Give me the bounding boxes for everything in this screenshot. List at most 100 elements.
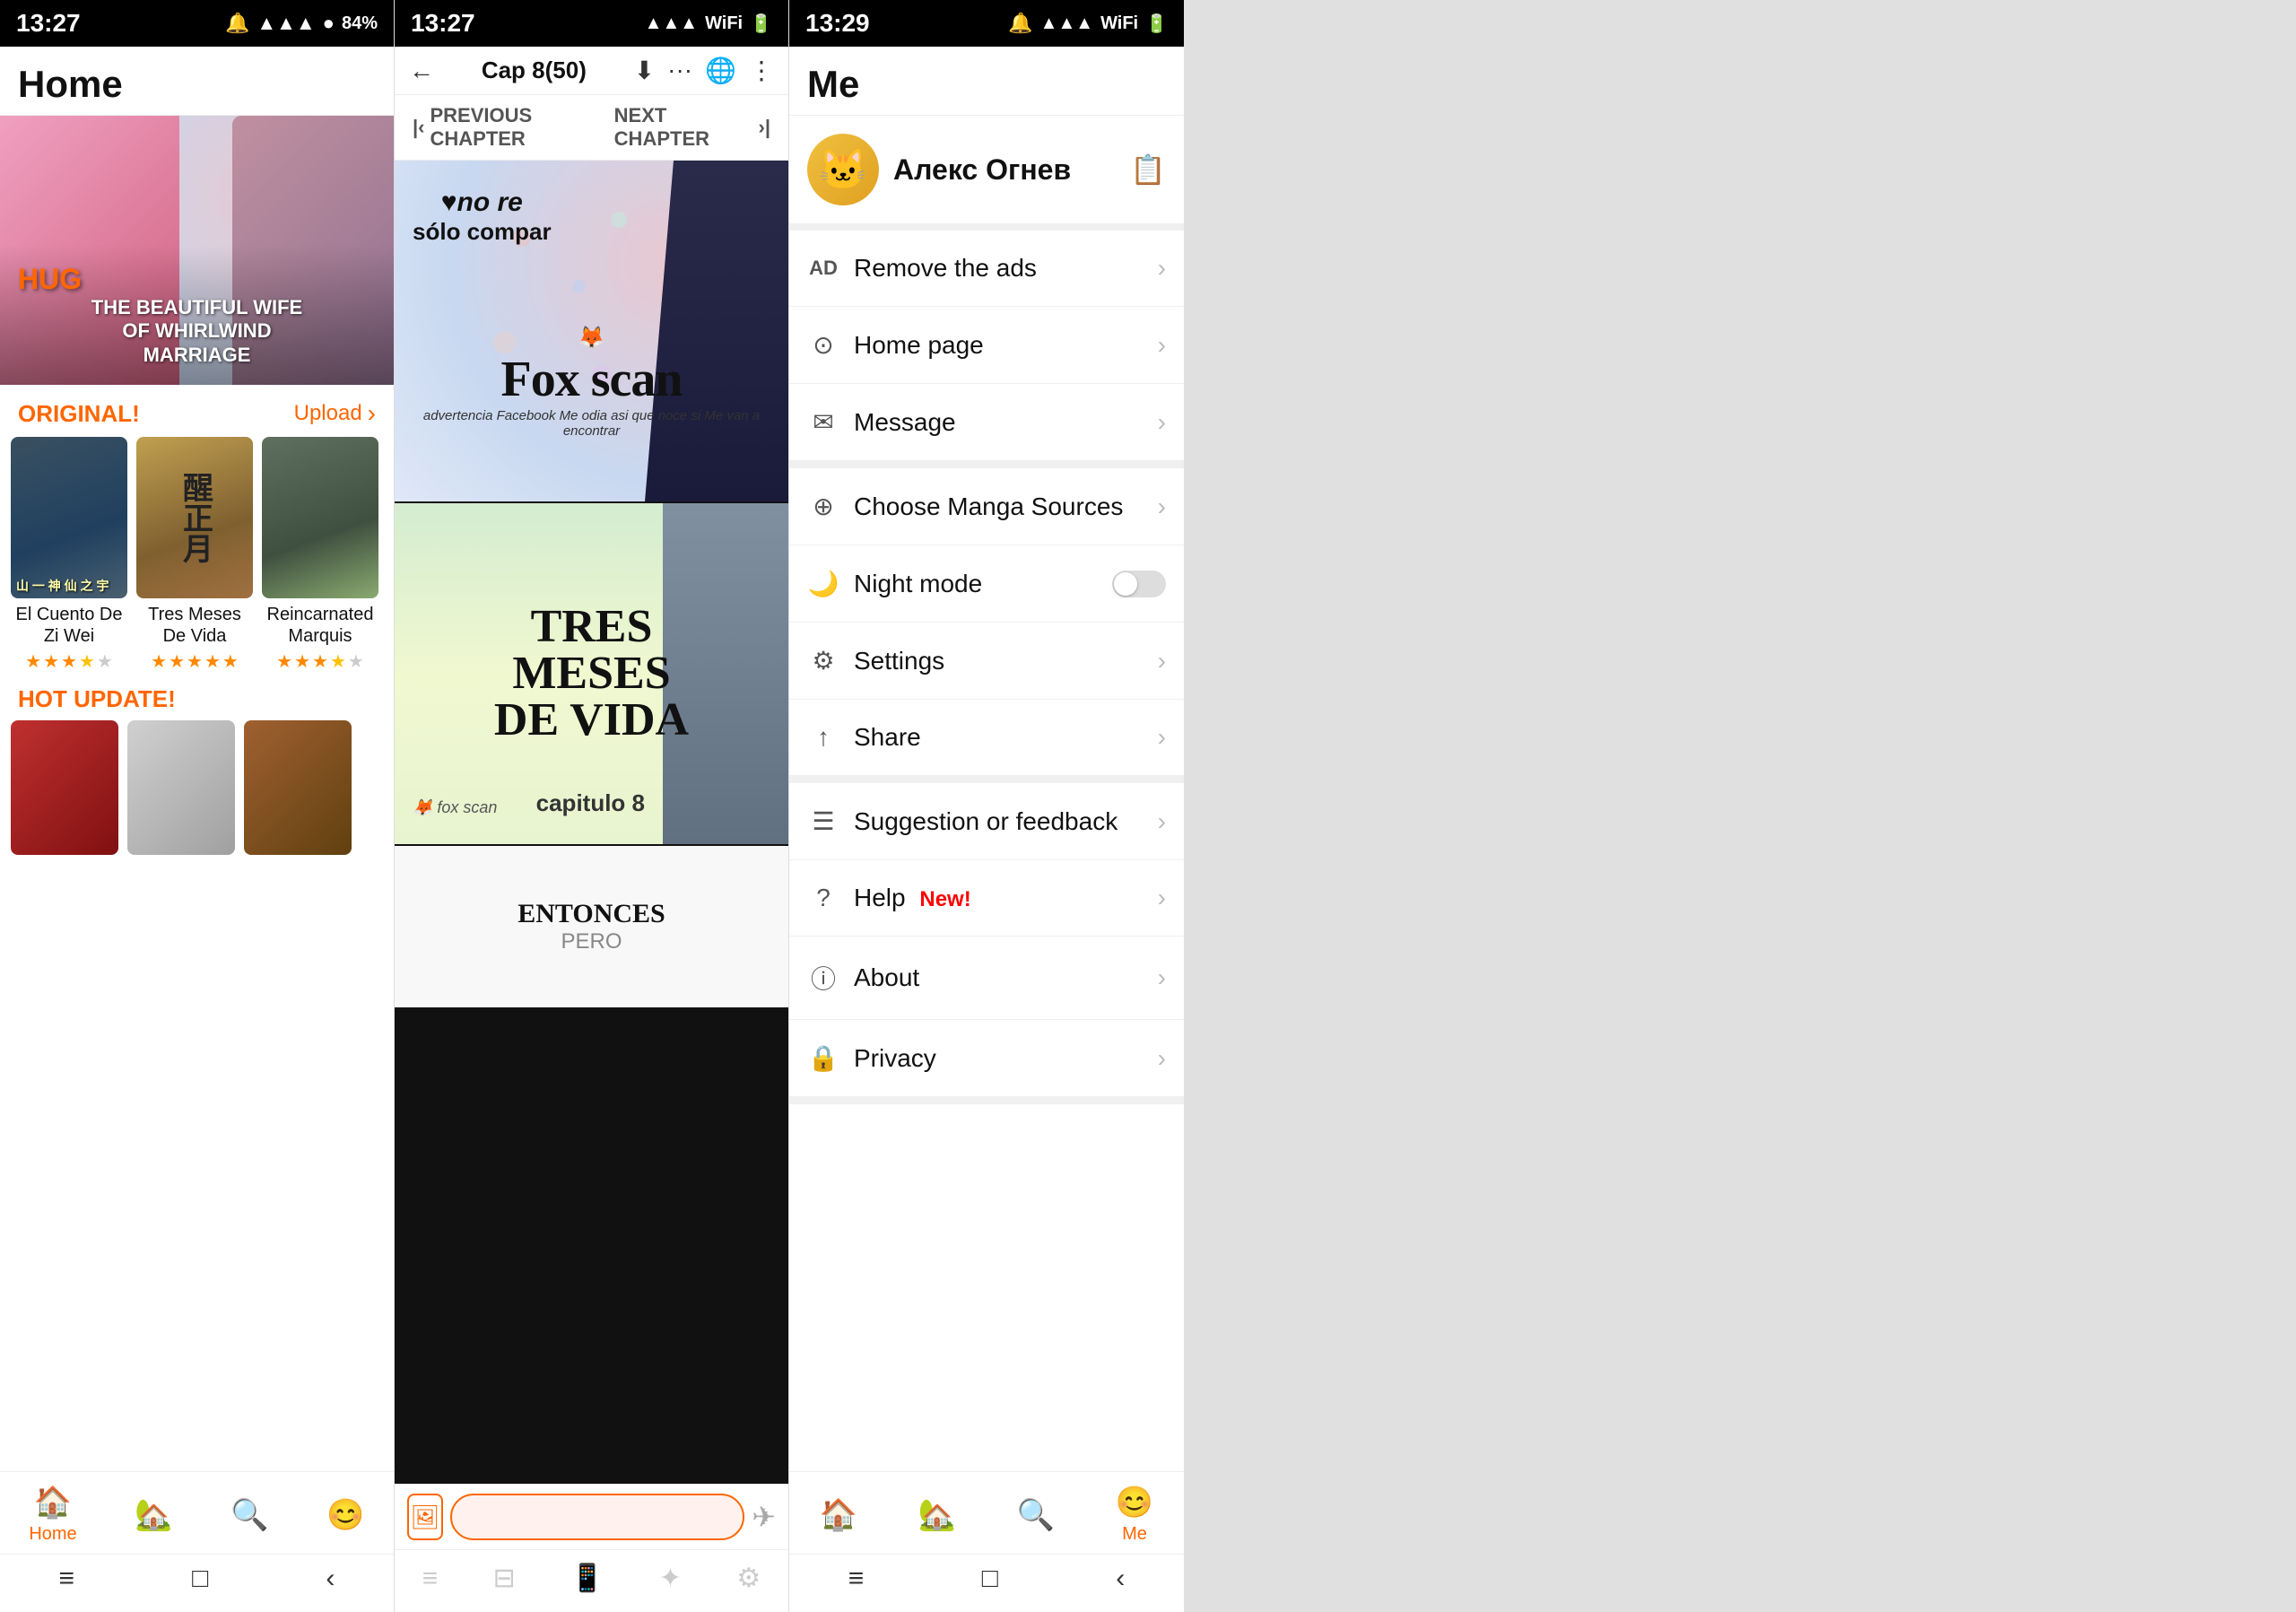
share-label: Share (854, 723, 921, 752)
battery-icon-3: 🔋 (1145, 13, 1168, 35)
menu-item-help[interactable]: ? Help New! › (789, 860, 1184, 937)
upload-label[interactable]: Upload (294, 401, 362, 426)
manga-card-2[interactable]: 醒正月 Tres Meses De Vida ★ ★ ★ ★ ★ (136, 437, 253, 673)
menu-item-about[interactable]: ⓘ About › (789, 937, 1184, 1020)
original-section-header: ORIGINAL! Upload › (0, 385, 394, 437)
homepage-icon: ⊙ (807, 330, 839, 360)
user-name: Алекс Огнев (893, 153, 1071, 187)
library-nav-icon: 🏡 (135, 1497, 172, 1533)
nav-home-3[interactable]: 🏠 (820, 1497, 857, 1533)
edit-profile-icon[interactable]: 📋 (1130, 152, 1166, 187)
notif-icon-3: 🔔 (1008, 12, 1032, 35)
nav-search-3[interactable]: 🔍 (1017, 1497, 1055, 1533)
nav-profile[interactable]: 😊 (326, 1497, 364, 1533)
me-screen: 13:29 🔔 ▲▲▲ WiFi 🔋 Me 🐱 Алекс Огнев 📋 AD… (789, 0, 1184, 1612)
notification-icon: 🔔 (225, 12, 249, 35)
page-2-text: TRESMESESDE VIDA (494, 604, 689, 744)
reader-menu-btn[interactable]: ≡ (422, 1564, 439, 1594)
comment-input[interactable] (450, 1494, 744, 1540)
home-title: Home (18, 63, 123, 105)
hot-thumb-2[interactable] (127, 720, 235, 855)
nav-me[interactable]: 😊 Me (1116, 1485, 1153, 1545)
hot-update-row (0, 720, 394, 855)
wifi-icon: ● (323, 12, 335, 35)
manga-stars-2: ★ ★ ★ ★ ★ (136, 650, 253, 673)
reader-settings-btn[interactable]: ⚙ (736, 1563, 761, 1594)
sys-back-btn-3[interactable]: ‹ (1116, 1564, 1125, 1594)
nav-search[interactable]: 🔍 (230, 1497, 268, 1533)
status-icons-3: 🔔 ▲▲▲ WiFi 🔋 (1008, 12, 1168, 35)
menu-item-settings[interactable]: ⚙ Settings › (789, 623, 1184, 700)
settings-arrow-icon: › (1158, 647, 1166, 675)
upload-row[interactable]: Upload › (294, 399, 376, 428)
night-mode-toggle[interactable] (1112, 571, 1166, 597)
feedback-label: Suggestion or feedback (854, 807, 1118, 836)
settings-icon: ⚙ (807, 646, 839, 675)
ad-icon: AD (807, 257, 839, 280)
menu-section-1: AD Remove the ads › ⊙ Home page › ✉ Mess… (789, 231, 1184, 468)
menu-item-privacy[interactable]: 🔒 Privacy › (789, 1020, 1184, 1097)
help-new-badge: New! (919, 887, 970, 911)
sys-home-btn-3[interactable]: □ (982, 1564, 998, 1594)
menu-item-remove-ads[interactable]: AD Remove the ads › (789, 231, 1184, 307)
home-banner[interactable]: HUG THE BEAUTIFUL WIFE OF WHIRLWIND MARR… (0, 116, 394, 385)
nav-library-3[interactable]: 🏡 (918, 1497, 956, 1533)
status-icons-1: 🔔 ▲▲▲ ● 84% (225, 12, 378, 35)
back-button[interactable]: ← (409, 57, 434, 85)
settings-label: Settings (854, 647, 944, 675)
message-label: Message (854, 408, 956, 437)
more-options-icon[interactable]: ⋮ (749, 56, 774, 85)
hot-thumb-1[interactable] (11, 720, 118, 855)
reader-phone-btn[interactable]: 📱 (570, 1563, 604, 1594)
manga-sources-icon: ⊕ (807, 492, 839, 521)
page-1-text: ♥no re sólo compar (413, 187, 552, 246)
menu-item-share[interactable]: ↑ Share › (789, 700, 1184, 776)
reader-chapter-btn[interactable]: ⊟ (493, 1563, 516, 1594)
manga-page-3-partial: ENTONCES PERO (395, 846, 788, 1007)
menu-item-message[interactable]: ✉ Message › (789, 384, 1184, 461)
reader-screen: 13:27 ▲▲▲ WiFi 🔋 ← Cap 8(50) ⬇ ··· 🌐 ⋮ |… (395, 0, 789, 1612)
nav-library[interactable]: 🏡 (135, 1497, 172, 1533)
reader-content: ♥no re sólo compar 🦊 Fox scan advertenci… (395, 161, 788, 1484)
bottom-nav-icons-1: 🏠 Home 🏡 🔍 😊 (0, 1472, 394, 1554)
hot-thumb-3[interactable] (244, 720, 352, 855)
sys-home-btn-1[interactable]: □ (192, 1564, 208, 1594)
reader-sys-nav: ≡ ⊟ 📱 ✦ ⚙ (395, 1549, 788, 1612)
about-label: About (854, 963, 919, 992)
feedback-icon: ☰ (807, 806, 839, 836)
manga-card-3[interactable]: Reincarnated Marquis ★ ★ ★ ★ ★ (262, 437, 378, 673)
remove-ads-label: Remove the ads (854, 254, 1037, 283)
about-arrow-icon: › (1158, 963, 1166, 992)
sys-menu-btn-1[interactable]: ≡ (59, 1564, 75, 1594)
next-chapter-btn[interactable]: NEXT CHAPTER ›| (614, 104, 770, 151)
reader-bright-btn[interactable]: ✦ (659, 1563, 682, 1594)
sys-back-btn-1[interactable]: ‹ (326, 1564, 335, 1594)
home-screen: 13:27 🔔 ▲▲▲ ● 84% Home HUG THE BEAUTIFUL… (0, 0, 395, 1612)
comment-icon[interactable]: ··· (667, 56, 692, 85)
sys-nav-3: ≡ □ ‹ (789, 1554, 1184, 1612)
help-label: Help New! (854, 884, 971, 912)
sys-menu-btn-3[interactable]: ≡ (848, 1564, 865, 1594)
download-icon[interactable]: ⬇ (634, 56, 655, 85)
battery-text-1: 84% (342, 13, 378, 34)
manga-title-1: El Cuento De Zi Wei (11, 604, 127, 647)
manga-card-1[interactable]: 山 一 神 仙 之 宇 El Cuento De Zi Wei ★ ★ ★ ★ … (11, 437, 127, 673)
menu-item-homepage[interactable]: ⊙ Home page › (789, 307, 1184, 384)
manga-stars-1: ★ ★ ★ ★ ★ (11, 650, 127, 673)
menu-item-manga-sources[interactable]: ⊕ Choose Manga Sources › (789, 468, 1184, 545)
nav-home[interactable]: 🏠 Home (29, 1485, 76, 1545)
feedback-arrow-icon: › (1158, 807, 1166, 836)
image-picker-btn[interactable]: 🖼 (407, 1494, 443, 1540)
prev-chapter-btn[interactable]: |‹ PREVIOUS CHAPTER (413, 104, 614, 151)
menu-item-feedback[interactable]: ☰ Suggestion or feedback › (789, 783, 1184, 860)
homepage-label: Home page (854, 331, 984, 360)
home-header: Home (0, 47, 394, 116)
chapter-nav: |‹ PREVIOUS CHAPTER NEXT CHAPTER ›| (395, 95, 788, 161)
user-avatar[interactable]: 🐱 (807, 134, 879, 205)
upload-arrow-icon: › (368, 399, 376, 428)
language-icon[interactable]: 🌐 (705, 56, 736, 85)
send-comment-icon[interactable]: ✈ (752, 1500, 776, 1534)
manga-thumb-2: 醒正月 (136, 437, 253, 598)
profile-nav-icon: 😊 (326, 1497, 364, 1533)
menu-item-night-mode[interactable]: 🌙 Night mode (789, 545, 1184, 623)
